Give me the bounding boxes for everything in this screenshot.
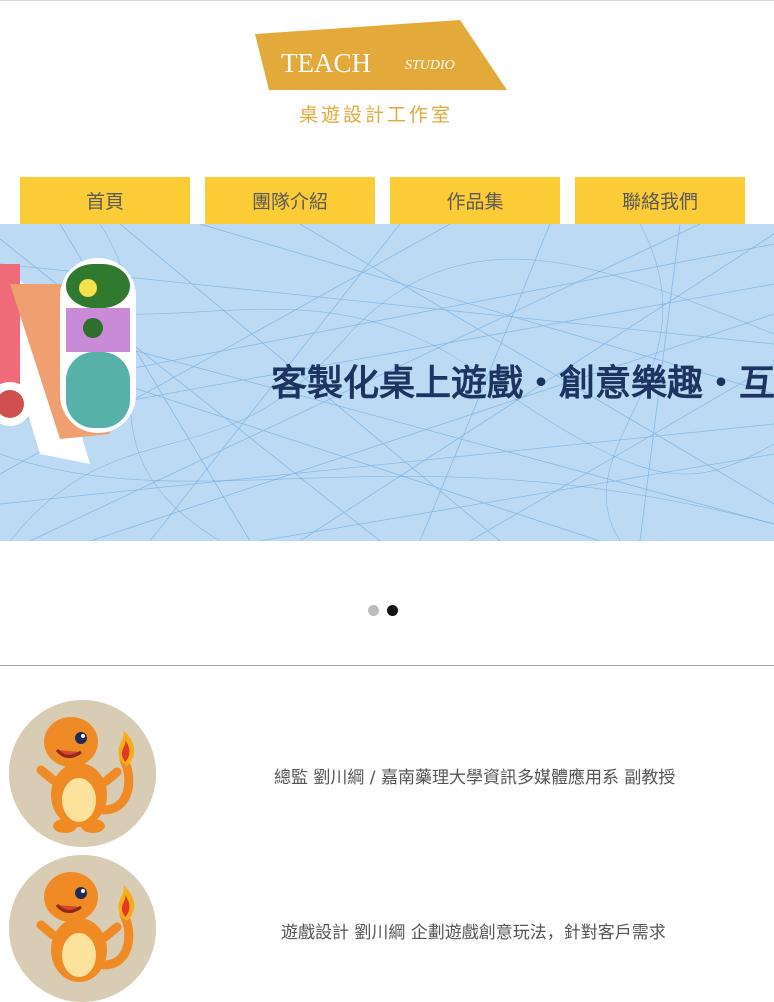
hero-banner[interactable]: 客製化桌上遊戲・創意樂趣・互 [0,224,774,541]
logo-sub-text: STUDIO [405,58,455,73]
logo-main-text: TEACH [281,48,371,78]
avatar [9,700,156,847]
carousel-dot-1[interactable] [368,605,379,616]
member-description-director: 總監 劉川綱 / 嘉南藥理大學資訊多媒體應用系 副教授 [274,768,676,788]
charmander-icon [9,700,156,847]
main-nav: 首頁 團隊介紹 作品集 聯絡我們 [20,177,755,224]
section-divider [0,665,774,666]
top-border [0,0,774,1]
nav-item-contact[interactable]: 聯絡我們 [575,177,745,224]
logo-tagline: 桌遊設計工作室 [299,104,454,126]
avatar [9,855,156,1002]
carousel-dot-2-active[interactable] [387,605,398,616]
nav-item-home[interactable]: 首頁 [20,177,190,224]
charmander-icon [9,855,156,1002]
banner-slogan: 客製化桌上遊戲・創意樂趣・互 [271,362,774,404]
nav-item-portfolio[interactable]: 作品集 [390,177,560,224]
studio-logo[interactable]: TEACH STUDIO 桌遊設計工作室 [255,20,507,126]
nav-item-team[interactable]: 團隊介紹 [205,177,375,224]
member-description-designer: 遊戲設計 劉川綱 企劃遊戲創意玩法，針對客戶需求 [281,923,666,943]
